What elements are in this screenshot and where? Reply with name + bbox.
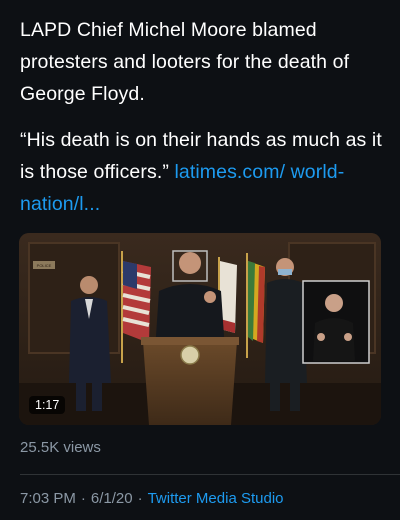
tweet-text-line: LAPD Chief Michel Moore blamed protester… <box>20 19 350 105</box>
wall-sign-text: POLICE <box>37 263 52 268</box>
tweet-date[interactable]: 6/1/20 <box>91 490 133 507</box>
tweet-time[interactable]: 7:03 PM <box>20 490 76 507</box>
tweet-source-link[interactable]: Twitter Media Studio <box>148 490 284 507</box>
view-count: 25.5K views <box>20 439 101 456</box>
tweet-body: LAPD Chief Michel Moore blamed protester… <box>20 14 390 220</box>
divider <box>20 474 400 475</box>
tweet-meta: 7:03 PM · 6/1/20 · Twitter Media Studio <box>20 490 284 507</box>
tweet-quote: “His death is on their hands as much as … <box>20 124 390 220</box>
meta-separator: · <box>80 490 86 507</box>
video-duration: 1:17 <box>29 396 66 414</box>
meta-separator: · <box>137 490 143 507</box>
video-thumbnail: POLICE <box>19 233 381 425</box>
video-player[interactable]: POLICE 1:17 <box>19 233 381 425</box>
